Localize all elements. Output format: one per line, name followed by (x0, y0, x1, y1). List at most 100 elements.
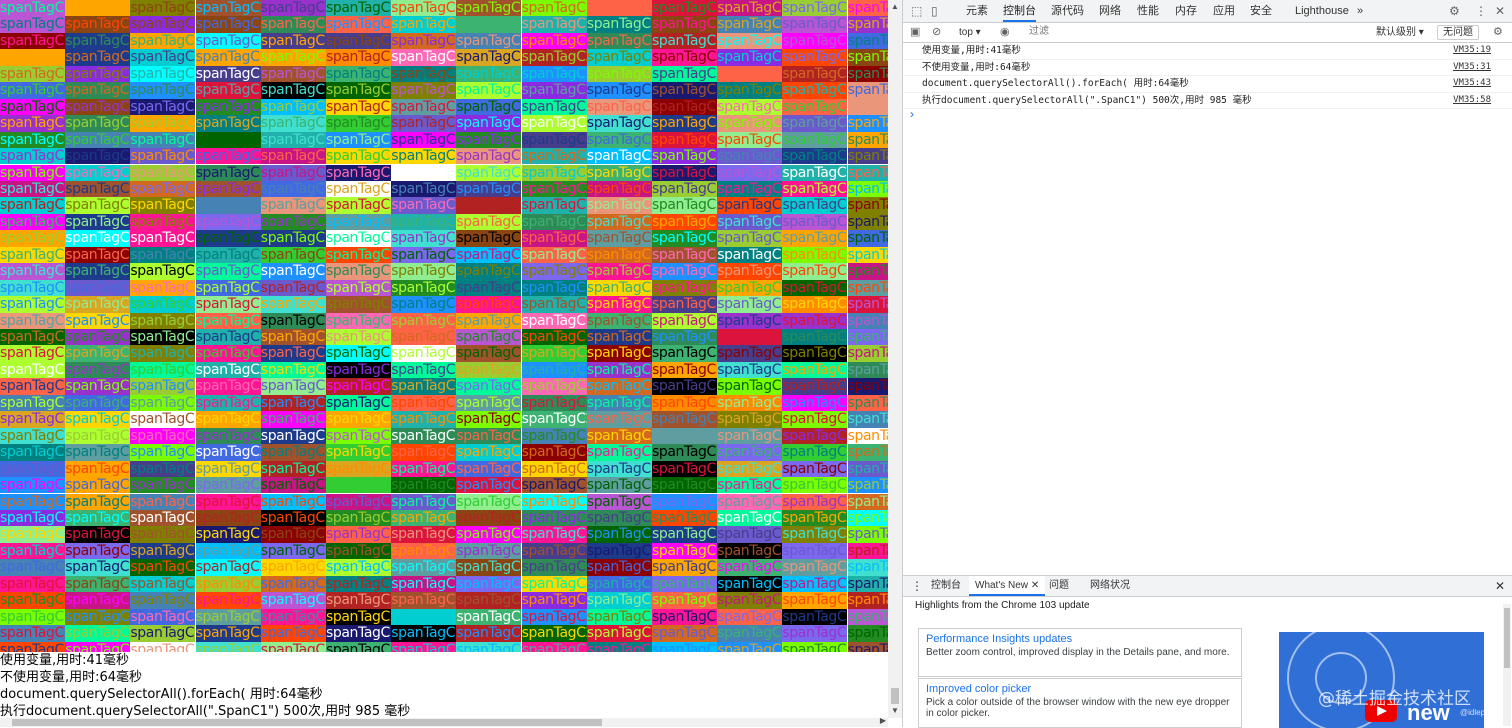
drawer-tab-whats-new[interactable]: What's New ✕ (969, 576, 1046, 596)
filter-input[interactable] (1025, 24, 1375, 39)
span-tag-cell: spanTagC1 (260, 98, 326, 116)
drawer-menu-icon[interactable]: ⋮ (911, 576, 923, 596)
span-tag-cell: spanTagC2 (0, 82, 65, 99)
span-tag-cell: spanTagC1 (586, 345, 652, 362)
span-tag-cell: spanTagC1 (326, 230, 391, 247)
context-select[interactable]: top ▾ (959, 23, 981, 42)
span-tag-cell: spanTagC2 (391, 98, 457, 116)
span-tag-cell: spanTagC1 (326, 180, 391, 198)
feature-card-title[interactable]: Performance Insights updates (926, 633, 1072, 645)
span-tag-cell: spanTagC1 (130, 625, 196, 642)
console-source-link[interactable]: VM35:43 (1453, 76, 1491, 91)
drawer-tab-bar: ⋮ 控制台 What's New ✕ 问题 网络状况 ✕ (903, 576, 1512, 597)
span-tag-cell: spanTagC2 (130, 180, 196, 198)
tab-security[interactable]: 安全 (1250, 0, 1272, 22)
close-icon[interactable]: ✕ (1495, 0, 1505, 22)
span-tag-cell: spanTagC1 (130, 493, 196, 510)
span-tag-cell: spanTagC2 (847, 559, 888, 576)
span-tag-cell: spanTagC2 (0, 345, 65, 362)
span-tag-cell: spanTagC1 (195, 246, 261, 264)
inspect-element-icon[interactable]: ⬚ (911, 0, 922, 22)
gear-icon[interactable]: ⚙ (1449, 0, 1460, 22)
tab-performance[interactable]: 性能 (1137, 0, 1159, 22)
tab-lighthouse[interactable]: Lighthouse (1295, 0, 1349, 22)
span-tag-cell: spanTagC2 (391, 345, 457, 362)
span-tag-cell: spanTagC1 (652, 641, 717, 652)
close-drawer-icon[interactable]: ✕ (1495, 576, 1505, 596)
span-tag-cell: spanTagC1 (652, 32, 717, 50)
console-source-link[interactable]: VM35:31 (1453, 60, 1491, 75)
span-tag-cell: spanTagC1 (0, 312, 65, 329)
span-tag-cell: spanTagC2 (130, 411, 196, 428)
span-tag-cell: spanTagC1 (847, 509, 888, 527)
devtools-panel: ⬚ ▯ 元素 控制台 源代码 网络 性能 内存 应用 安全 Lighthouse… (902, 0, 1512, 728)
span-tag-cell: spanTagC1 (847, 608, 888, 626)
span-tag-cell: spanTagC2 (717, 32, 783, 50)
feature-card[interactable]: Performance Insights updates Better zoom… (918, 628, 1242, 677)
span-tag-cell: spanTagC2 (782, 575, 848, 593)
sidebar-toggle-icon[interactable]: ▣ (910, 23, 920, 42)
scroll-right-icon[interactable]: ▶ (880, 716, 886, 725)
scroll-up-icon[interactable]: ▲ (888, 0, 902, 14)
span-tag-cell: spanTagC2 (652, 65, 717, 83)
span-tag-cell: spanTagC2 (65, 148, 131, 165)
tab-elements[interactable]: 元素 (966, 0, 988, 22)
clear-console-icon[interactable]: ⊘ (932, 23, 941, 42)
console-source-link[interactable]: VM35:19 (1453, 43, 1491, 58)
span-tag-cell: spanTagC2 (0, 0, 65, 17)
tab-sources[interactable]: 源代码 (1051, 0, 1084, 22)
close-icon[interactable]: ✕ (1031, 580, 1039, 591)
span-tag-cell: spanTagC2 (586, 197, 652, 214)
scroll-down-icon[interactable]: ▼ (888, 704, 902, 718)
span-tag-cell: spanTagC1 (456, 98, 522, 116)
page-vertical-scrollbar[interactable]: ▲ ▼ (888, 0, 902, 718)
drawer-tab-console[interactable]: 控制台 (931, 576, 961, 596)
span-tag-cell: spanTagC2 (130, 16, 196, 33)
span-tag-cell: spanTagC2 (456, 559, 522, 576)
span-tag-cell: spanTagC2 (456, 641, 522, 652)
drawer-tab-network-conditions[interactable]: 网络状况 (1090, 576, 1130, 596)
whats-new-heading: Highlights from the Chrome 103 update (915, 600, 1090, 611)
scrollbar-thumb[interactable] (891, 688, 899, 704)
eye-icon[interactable]: ◉ (1000, 23, 1010, 42)
tab-console[interactable]: 控制台 (1003, 0, 1036, 22)
device-toolbar-icon[interactable]: ▯ (931, 0, 938, 22)
span-tag-cell: spanTagC1 (847, 625, 888, 642)
span-tag-cell: spanTagC2 (65, 115, 131, 132)
span-tag-cell: spanTagC2 (391, 246, 457, 264)
span-tag-cell: spanTagC1 (847, 115, 888, 132)
span-tag-cell: spanTagC2 (586, 493, 652, 510)
page-horizontal-scrollbar[interactable]: ▶ (0, 716, 888, 727)
more-tabs-icon[interactable]: » (1357, 0, 1363, 22)
scrollbar-thumb[interactable] (12, 719, 602, 726)
span-tag-cell: spanTagC2 (130, 542, 196, 560)
console-settings-icon[interactable]: ⚙ (1493, 23, 1503, 42)
span-tag-cell: spanTagC2 (782, 345, 848, 362)
span-tag-cell: spanTagC1 (0, 427, 65, 445)
tab-application[interactable]: 应用 (1213, 0, 1235, 22)
span-tag-cell: spanTagC1 (847, 329, 888, 346)
drawer-scrollbar[interactable] (1503, 604, 1511, 726)
scrollbar-thumb[interactable] (1504, 608, 1510, 668)
span-tag-cell: spanTagC2 (260, 378, 326, 395)
span-tag-cell: spanTagC1 (717, 526, 783, 543)
more-options-icon[interactable]: ⋮ (1475, 0, 1487, 22)
tab-network[interactable]: 网络 (1099, 0, 1121, 22)
log-levels-select[interactable]: 默认级别 ▾ (1376, 23, 1424, 42)
span-tag-cell: spanTagC1 (782, 509, 848, 527)
span-tag-cell: spanTagC1 (326, 49, 391, 66)
tab-memory[interactable]: 内存 (1175, 0, 1197, 22)
issues-button[interactable]: 无问题 (1437, 25, 1479, 40)
console-prompt[interactable]: › (910, 107, 914, 121)
feature-card[interactable]: Improved color picker Pick a color outsi… (918, 678, 1242, 728)
span-tag-cell: spanTagC2 (65, 542, 131, 560)
span-tag-cell: spanTagC1 (586, 542, 652, 560)
feature-card-title[interactable]: Improved color picker (926, 683, 1031, 695)
span-tag-cell: spanTagC2 (195, 444, 261, 461)
span-tag-cell: spanTagC1 (456, 296, 522, 313)
span-tag-cell: spanTagC2 (847, 16, 888, 33)
span-tag-cell: spanTagC2 (717, 493, 783, 510)
whats-new-video-thumbnail[interactable]: new (1279, 632, 1484, 728)
console-source-link[interactable]: VM35:58 (1453, 93, 1491, 108)
drawer-tab-issues[interactable]: 问题 (1049, 576, 1069, 596)
